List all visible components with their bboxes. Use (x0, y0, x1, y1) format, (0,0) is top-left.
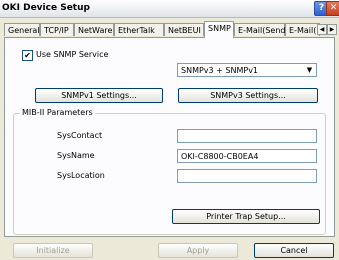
window-title: OKI Device Setup (2, 3, 90, 13)
apply-button[interactable]: Apply (158, 243, 238, 258)
tab-netbeui[interactable]: NetBEUI (164, 23, 204, 36)
cancel-button[interactable]: Cancel (254, 243, 334, 258)
tab-scroll-left-icon[interactable]: ◀ (317, 24, 327, 35)
tab-general[interactable]: General (4, 23, 40, 36)
chevron-down-icon[interactable]: ▼ (304, 65, 315, 75)
tab-netware[interactable]: NetWare (74, 23, 114, 36)
syscontact-field[interactable] (177, 129, 317, 143)
use-snmp-checkbox[interactable]: ✔ (22, 50, 33, 61)
sysname-field[interactable] (177, 149, 317, 163)
snmp-version-value: SNMPv3 + SNMPv1 (181, 66, 259, 75)
close-button[interactable]: ✕ (326, 1, 339, 16)
tab-email-receive[interactable]: E-Mail( (285, 23, 320, 36)
tab-snmp[interactable]: SNMP (204, 21, 234, 38)
tab-strip: General TCP/IP NetWare EtherTalk NetBEUI… (4, 21, 339, 38)
tab-scroll-right-icon[interactable]: ▶ (327, 24, 337, 35)
syscontact-label: SysContact (57, 131, 103, 140)
use-snmp-label: Use SNMP Service (36, 50, 109, 59)
printer-trap-setup-button[interactable]: Printer Trap Setup... (172, 209, 320, 224)
title-bar: OKI Device Setup ? ✕ (0, 0, 339, 18)
syslocation-field[interactable] (177, 169, 317, 183)
tab-email-send[interactable]: E-Mail(Send) (234, 23, 289, 36)
syslocation-label: SysLocation (57, 171, 105, 180)
snmpv3-settings-button[interactable]: SNMPv3 Settings... (178, 88, 318, 103)
tab-tcpip[interactable]: TCP/IP (40, 23, 74, 36)
sysname-label: SysName (57, 151, 95, 160)
initialize-button[interactable]: Initialize (13, 243, 93, 258)
mib-ii-group-label: MIB-II Parameters (20, 108, 95, 117)
snmp-version-select[interactable]: SNMPv3 + SNMPv1 ▼ (177, 63, 317, 77)
snmpv1-settings-button[interactable]: SNMPv1 Settings... (35, 88, 163, 103)
tab-ethertalk[interactable]: EtherTalk (114, 23, 164, 36)
